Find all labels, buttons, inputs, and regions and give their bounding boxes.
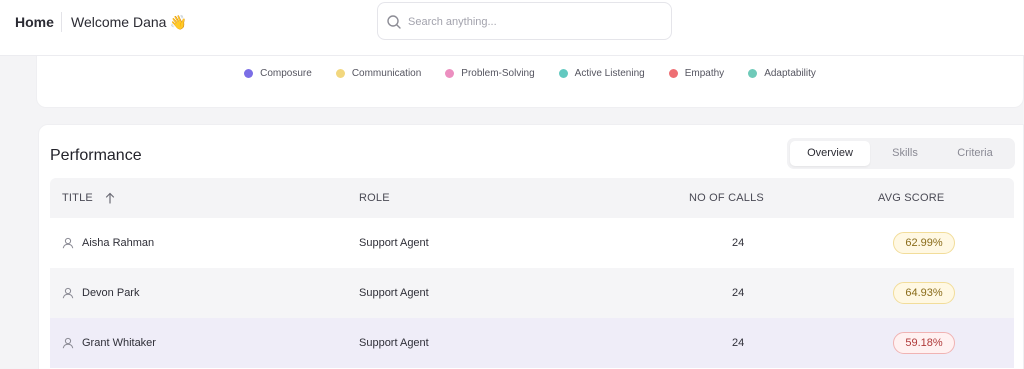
agent-role: Support Agent (359, 287, 429, 299)
welcome-text: Welcome Dana (71, 14, 167, 30)
column-header-title[interactable]: TITLE (62, 192, 115, 204)
tab-criteria[interactable]: Criteria (939, 141, 1011, 166)
tab-overview[interactable]: Overview (790, 141, 870, 166)
skills-legend-card: Composure Communication Problem-Solving … (36, 56, 1024, 108)
user-icon (62, 287, 74, 299)
performance-card: Performance Overview Skills Criteria TIT… (38, 124, 1024, 369)
column-header-score[interactable]: AVG SCORE (878, 192, 944, 204)
legend-item-empathy: Empathy (668, 68, 725, 79)
table-row[interactable]: Devon Park Support Agent 24 64.93% (50, 268, 1014, 318)
agent-name-cell: Grant Whitaker (62, 337, 156, 349)
welcome-message: Welcome Dana 👋 (71, 13, 187, 31)
column-header-role[interactable]: ROLE (359, 192, 390, 204)
table-header: TITLE ROLE NO OF CALLS AVG SCORE (50, 178, 1014, 218)
legend-label: Empathy (684, 68, 725, 79)
user-icon (62, 237, 74, 249)
agent-role: Support Agent (359, 237, 429, 249)
calls-count: 24 (732, 337, 745, 349)
avg-score-badge: 59.18% (893, 332, 955, 354)
tab-skills[interactable]: Skills (873, 141, 937, 166)
legend-item-adaptability: Adaptability (748, 68, 816, 79)
legend-item-composure: Composure (244, 68, 312, 79)
wave-emoji: 👋 (169, 14, 187, 30)
legend-label: Adaptability (764, 68, 816, 79)
column-header-calls[interactable]: NO OF CALLS (689, 192, 764, 204)
legend-dot (558, 69, 568, 78)
agent-name-cell: Devon Park (62, 287, 139, 299)
table-row[interactable]: Aisha Rahman Support Agent 24 62.99% (50, 218, 1014, 268)
top-bar: Home Welcome Dana 👋 (0, 0, 1024, 56)
agent-name: Devon Park (82, 287, 140, 299)
calls-count: 24 (732, 237, 745, 249)
home-link[interactable]: Home (15, 13, 54, 31)
user-icon (62, 337, 74, 349)
legend-item-communication: Communication (335, 68, 422, 79)
column-header-title-label: TITLE (62, 192, 93, 204)
legend-item-problem-solving: Problem-Solving (445, 68, 535, 79)
legend-item-active-listening: Active Listening (558, 68, 645, 79)
sort-ascending-icon[interactable] (105, 192, 115, 204)
agent-role: Support Agent (359, 337, 429, 349)
skills-legend: Composure Communication Problem-Solving … (37, 68, 1023, 79)
performance-title: Performance (50, 147, 142, 164)
avg-score-badge: 64.93% (893, 282, 955, 304)
performance-tabs: Overview Skills Criteria (787, 138, 1015, 169)
agent-name: Grant Whitaker (82, 337, 156, 349)
avg-score-badge: 62.99% (893, 232, 955, 254)
legend-dot (445, 69, 455, 78)
search-icon (387, 15, 401, 29)
table-row[interactable]: Grant Whitaker Support Agent 24 59.18% (50, 318, 1014, 368)
agent-name: Aisha Rahman (82, 237, 155, 249)
legend-label: Communication (351, 68, 422, 79)
search-box[interactable] (377, 2, 672, 40)
legend-dot (244, 69, 254, 78)
breadcrumb-divider (61, 12, 62, 32)
calls-count: 24 (732, 287, 745, 299)
legend-dot (748, 69, 758, 78)
legend-dot (335, 69, 345, 78)
legend-label: Composure (260, 68, 312, 79)
agent-name-cell: Aisha Rahman (62, 237, 154, 249)
search-input[interactable] (408, 12, 663, 32)
legend-label: Problem-Solving (461, 68, 535, 79)
legend-dot (668, 69, 678, 78)
legend-label: Active Listening (574, 68, 645, 79)
performance-table: TITLE ROLE NO OF CALLS AVG SCORE Aisha R… (50, 178, 1014, 368)
